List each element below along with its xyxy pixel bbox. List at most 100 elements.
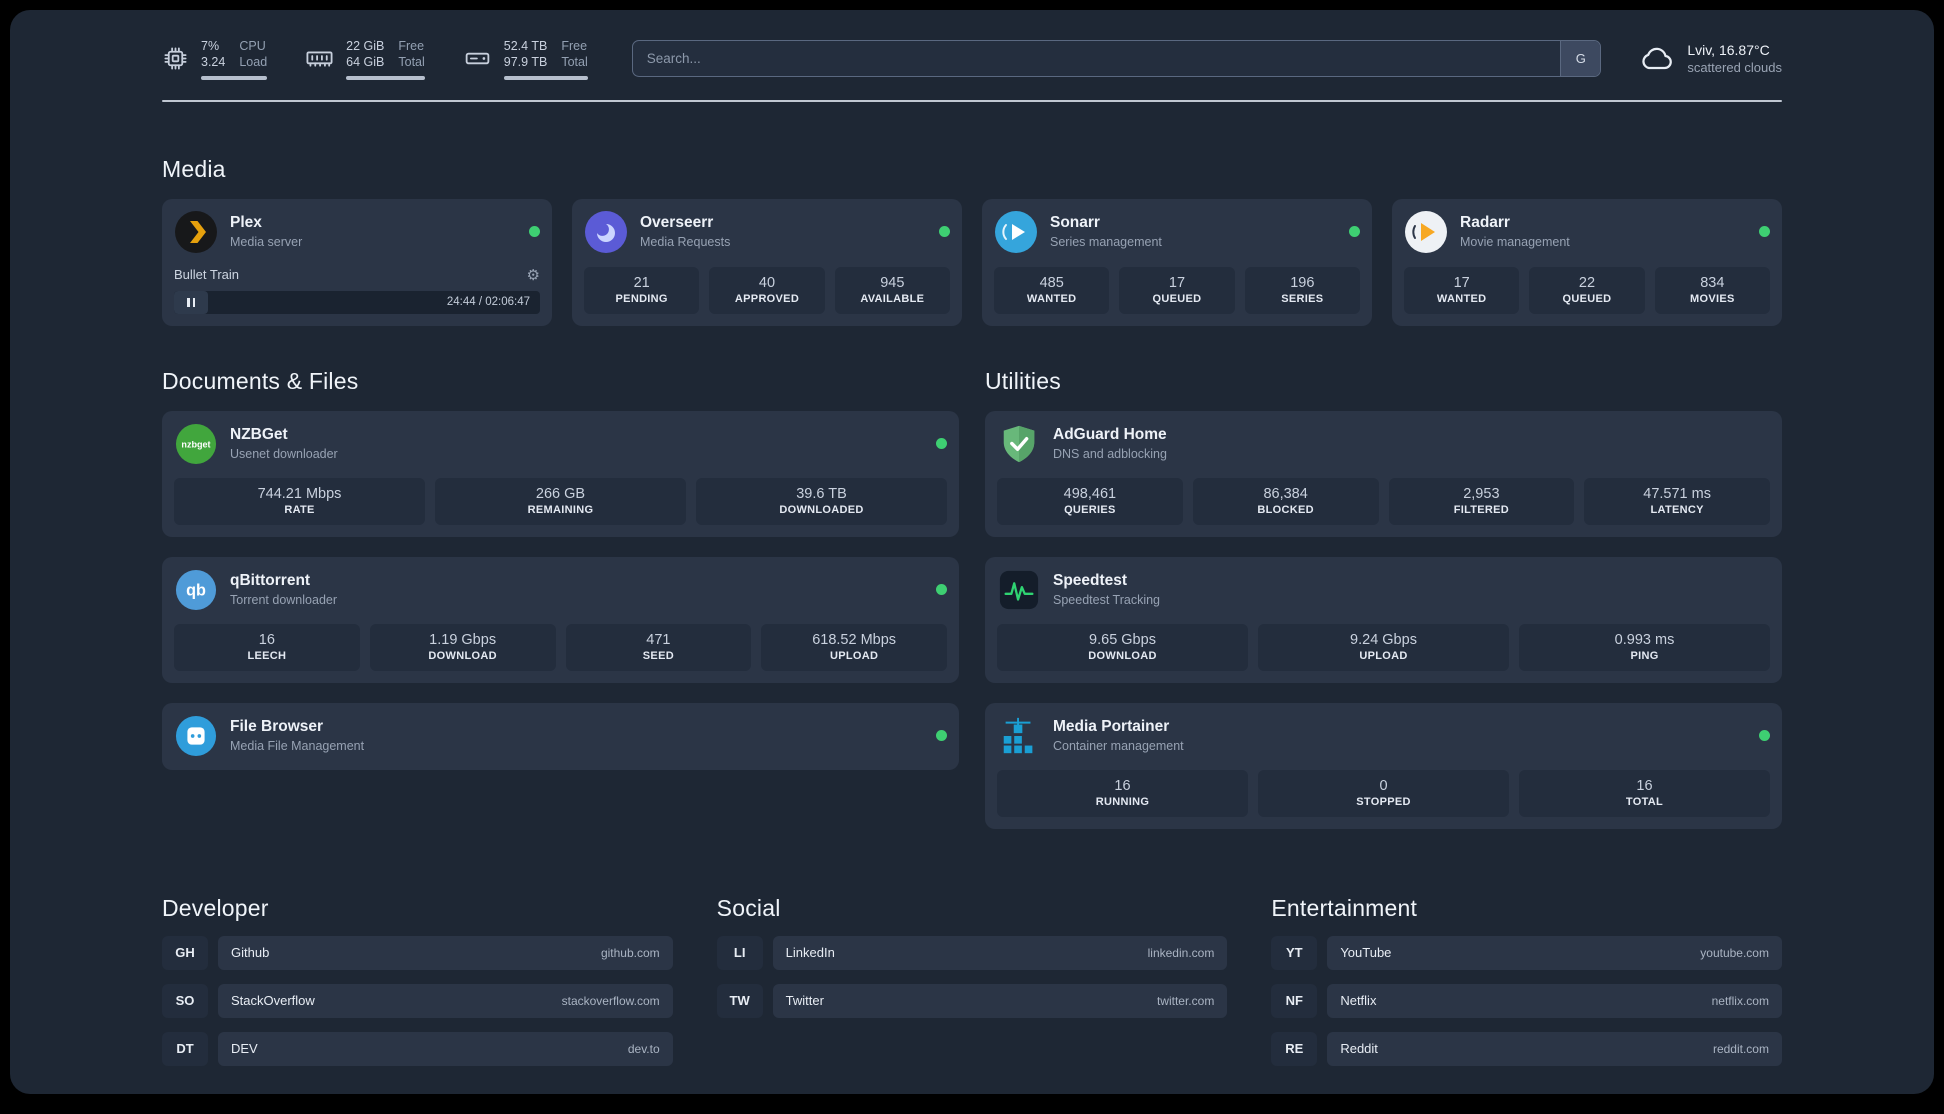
stat-value: 1.19 Gbps (429, 632, 497, 648)
search-provider-button[interactable]: G (1560, 41, 1601, 77)
status-dot (1759, 730, 1770, 741)
bookmark-github[interactable]: GH Github github.com (162, 935, 673, 970)
adguard-icon (997, 422, 1041, 466)
playback-progress-bar[interactable]: 24:44 / 02:06:47 (174, 290, 540, 314)
disk-icon (463, 44, 492, 73)
stat-value: 16 (1114, 778, 1131, 794)
stat-value: 945 (880, 275, 905, 291)
stat-label: PING (1630, 650, 1659, 662)
stat-tile: 16 RUNNING (997, 769, 1248, 817)
qbittorrent-icon: qb (174, 568, 218, 612)
settings-gear-icon[interactable]: ⚙ (527, 266, 540, 284)
stat-value: 485 (1039, 275, 1064, 291)
adguard-card[interactable]: AdGuard Home DNS and adblocking 498,461 … (985, 410, 1782, 537)
ram-widget: 22 GiB 64 GiB Free Total (305, 38, 425, 80)
stat-label: PENDING (615, 293, 668, 305)
service-description: Speedtest Tracking (1053, 592, 1161, 607)
stat-label: SERIES (1281, 293, 1324, 305)
stat-tile: 834 MOVIES (1654, 266, 1770, 314)
stat-label: DOWNLOAD (1088, 650, 1157, 662)
bookmark-reddit[interactable]: RE Reddit reddit.com (1271, 1031, 1782, 1066)
plex-icon (174, 210, 218, 254)
stat-tile: 17 WANTED (1404, 266, 1520, 314)
service-name: NZBGet (230, 425, 288, 443)
stat-label: MOVIES (1690, 293, 1735, 305)
bookmark-name: Github (231, 945, 270, 960)
social-section-title: Social (716, 894, 781, 921)
stat-tile: 945 AVAILABLE (834, 266, 950, 314)
bookmark-url: github.com (600, 945, 660, 960)
status-dot (1759, 226, 1770, 237)
stat-label: DOWNLOAD (428, 650, 497, 662)
stat-tile: 86,384 BLOCKED (1192, 477, 1379, 525)
stat-value: 40 (758, 275, 776, 291)
speedtest-card[interactable]: Speedtest Speedtest Tracking 9.65 Gbps D… (985, 556, 1782, 683)
bookmark-netflix[interactable]: NF Netflix netflix.com (1271, 983, 1782, 1018)
bookmark-group-developer: Developer GH Github github.com SO StackO… (162, 895, 673, 1066)
stat-tile: 9.24 Gbps UPLOAD (1258, 623, 1509, 671)
stat-label: FILTERED (1453, 504, 1510, 516)
cpu-icon (162, 45, 189, 72)
sonarr-icon (994, 210, 1038, 254)
service-description: Series management (1050, 234, 1162, 249)
documents-section-title: Documents & Files (162, 367, 359, 394)
stat-tile: 21 PENDING (584, 266, 700, 314)
stat-value: 744.21 Mbps (257, 486, 342, 502)
filebrowser-card[interactable]: File Browser Media File Management (162, 702, 959, 770)
radarr-card[interactable]: Radarr Movie management 17 WANTED 22 QUE… (1392, 198, 1782, 326)
pause-button[interactable] (174, 290, 208, 314)
bookmark-abbr: RE (1271, 1031, 1318, 1066)
stat-label: SEED (642, 650, 674, 662)
service-description: Torrent downloader (230, 592, 338, 607)
bookmark-url: linkedin.com (1147, 945, 1215, 960)
service-name: File Browser (230, 717, 324, 735)
cpu-progress-bar (201, 75, 268, 80)
ram-label-2: Total (398, 55, 425, 70)
bookmark-abbr: SO (162, 983, 208, 1018)
stat-tile: 22 QUEUED (1529, 266, 1645, 314)
status-dot (936, 730, 947, 741)
search-bar: G (631, 40, 1602, 78)
stat-label: APPROVED (734, 293, 800, 305)
plex-card[interactable]: Plex Media server Bullet Train ⚙ 24:44 /… (162, 198, 552, 326)
status-dot (529, 226, 540, 237)
bookmark-dev[interactable]: DT DEV dev.to (162, 1031, 673, 1066)
topbar: 7% 3.24 CPU Load 22 GiB 64 GiB Free Tota… (162, 10, 1782, 80)
stat-value: 17 (1453, 275, 1470, 291)
stat-value: 22 (1578, 275, 1596, 291)
bookmark-name: Twitter (785, 993, 824, 1008)
stat-value: 21 (633, 275, 650, 291)
disk-label-1: Free (561, 39, 588, 53)
entertainment-section-title: Entertainment (1271, 894, 1418, 921)
section-documents: Documents & Files nzbget NZBGet Usenet d… (162, 368, 959, 829)
bookmark-linkedin[interactable]: LI LinkedIn linkedin.com (716, 935, 1228, 970)
overseerr-card[interactable]: Overseerr Media Requests 21 PENDING 40 A… (572, 198, 962, 326)
stat-tile: 498,461 QUERIES (997, 477, 1183, 525)
stat-value: 39.6 TB (796, 486, 847, 502)
stat-label: TOTAL (1625, 796, 1664, 808)
search-input[interactable] (632, 51, 1561, 67)
bookmark-twitter[interactable]: TW Twitter twitter.com (716, 983, 1228, 1018)
weather-widget: Lviv, 16.87°C scattered clouds (1639, 41, 1782, 77)
stat-tile: 47.571 ms LATENCY (1584, 477, 1770, 525)
service-name: qBittorrent (230, 571, 311, 589)
filebrowser-icon (174, 714, 218, 758)
nzbget-card[interactable]: nzbget NZBGet Usenet downloader 744.21 M… (162, 410, 959, 537)
disk-total-value: 97.9 TB (503, 55, 548, 70)
status-dot (936, 438, 947, 449)
stat-value: 618.52 Mbps (812, 632, 897, 648)
bookmark-stackoverflow[interactable]: SO StackOverflow stackoverflow.com (162, 983, 673, 1018)
service-name: Overseerr (640, 213, 714, 231)
stat-tile: 0.993 ms PING (1519, 623, 1770, 671)
bookmark-youtube[interactable]: YT YouTube youtube.com (1271, 935, 1782, 970)
stat-tile: 618.52 Mbps UPLOAD (761, 623, 947, 671)
bookmark-name: Netflix (1340, 993, 1377, 1008)
stat-value: 498,461 (1063, 486, 1117, 502)
stat-tile: 196 SERIES (1244, 266, 1360, 314)
stat-label: QUEUED (1562, 293, 1612, 305)
qbittorrent-card[interactable]: qb qBittorrent Torrent downloader 16 LEE… (162, 556, 959, 683)
sonarr-card[interactable]: Sonarr Series management 485 WANTED 17 Q… (982, 198, 1372, 326)
portainer-card[interactable]: Media Portainer Container management 16 … (985, 702, 1782, 829)
stat-label: WANTED (1026, 293, 1077, 305)
stat-value: 0.993 ms (1614, 632, 1675, 648)
